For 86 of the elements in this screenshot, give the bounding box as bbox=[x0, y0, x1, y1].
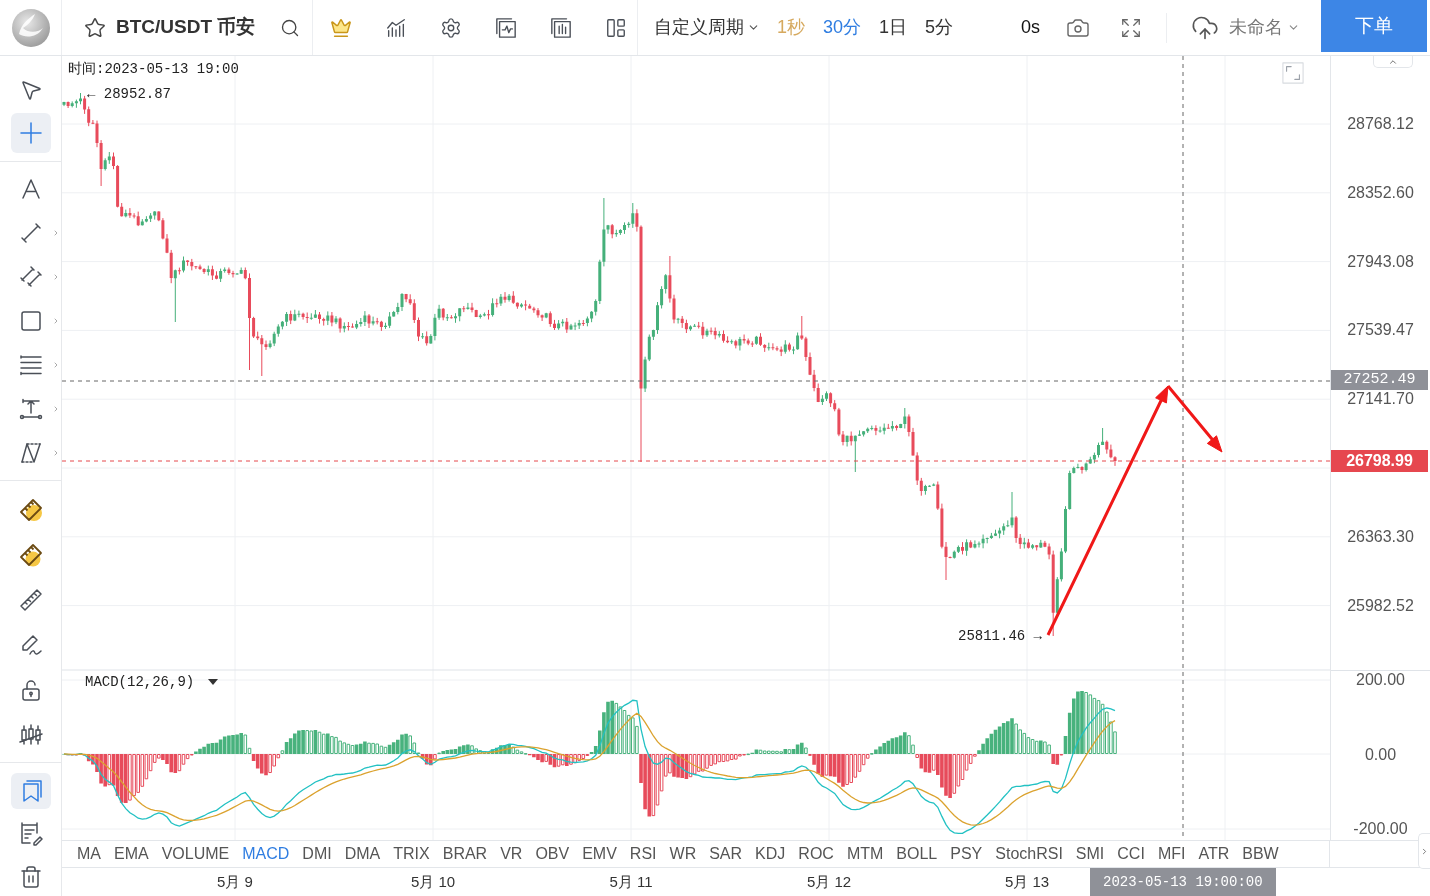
indicator-tab[interactable]: MFI bbox=[1157, 844, 1186, 864]
indicator-tab[interactable]: MA bbox=[77, 844, 101, 864]
macd-label: MACD(12,26,9) bbox=[85, 673, 195, 691]
trash-icon bbox=[19, 865, 43, 889]
rectangle-icon bbox=[19, 309, 43, 333]
indicator-tab[interactable]: BOLL bbox=[896, 844, 938, 864]
note-edit-icon bbox=[19, 822, 43, 846]
parallelogram-icon bbox=[19, 441, 43, 465]
crosshair-time-label: 时间:2023-05-13 19:00 bbox=[68, 60, 239, 78]
maximize-pane-icon[interactable] bbox=[1282, 62, 1304, 84]
ruler-badge-icon bbox=[19, 543, 43, 567]
indicator-tab[interactable]: PSY bbox=[950, 844, 983, 864]
price-axis-label: 28352.60 bbox=[1346, 183, 1415, 202]
crosshair-time-tag: 2023-05-13 19:00:00 bbox=[1090, 868, 1276, 896]
countdown-text: 0s bbox=[1021, 16, 1041, 39]
indicator-tab[interactable]: ROC bbox=[798, 844, 834, 864]
pointer-icon bbox=[19, 78, 43, 102]
indicator-tab[interactable]: SMI bbox=[1075, 844, 1105, 864]
custom-period-dropdown[interactable]: 自定义周期 bbox=[654, 14, 760, 41]
fullscreen-icon[interactable] bbox=[1120, 16, 1143, 39]
indicator-tab[interactable]: VOLUME bbox=[161, 844, 230, 864]
time-axis-label: 5月 11 bbox=[609, 873, 653, 891]
period-tab[interactable]: 30分 bbox=[823, 14, 862, 41]
bookmark-button[interactable] bbox=[11, 773, 51, 809]
indicator-tab[interactable]: DMI bbox=[302, 844, 332, 864]
price-axis-label: 25982.52 bbox=[1346, 596, 1415, 615]
indicator-tab[interactable]: BRAR bbox=[442, 844, 488, 864]
pen-icon bbox=[19, 633, 43, 657]
time-axis-label: 5月 13 bbox=[1004, 873, 1050, 891]
text-tool-icon bbox=[19, 177, 43, 201]
price-axis-label: 28768.12 bbox=[1346, 115, 1415, 133]
crosshair-icon bbox=[19, 121, 43, 145]
macd-axis-label: 0.00 bbox=[1363, 745, 1398, 764]
indicator-tab[interactable]: EMV bbox=[582, 844, 617, 864]
last-price-tag: 26798.99 bbox=[1331, 450, 1428, 472]
layout-name-dropdown[interactable]: 未命名 bbox=[1229, 14, 1301, 41]
price-axis-label: 27943.08 bbox=[1346, 252, 1415, 271]
indicator-tab[interactable]: StochRSI bbox=[995, 844, 1063, 864]
range-measure-icon bbox=[19, 397, 43, 421]
period-tab[interactable]: 1日 bbox=[879, 14, 908, 41]
macd-axis-label: -200.00 bbox=[1352, 820, 1409, 838]
price-axis-label: 26363.30 bbox=[1346, 527, 1415, 546]
crosshair-price-tag: 27252.49 bbox=[1331, 370, 1428, 390]
crown-icon[interactable] bbox=[330, 16, 352, 39]
time-axis-label: 5月 10 bbox=[410, 873, 456, 891]
search-icon[interactable] bbox=[280, 17, 300, 38]
high-price-label: ← 28952.87 bbox=[87, 85, 171, 103]
low-price-label: 25811.46 → bbox=[958, 627, 1042, 645]
indicator-tab[interactable]: OBV bbox=[535, 844, 570, 864]
indicator-tab[interactable]: ATR bbox=[1198, 844, 1230, 864]
favorite-star-icon[interactable] bbox=[84, 16, 106, 39]
indicator-tab[interactable]: RSI bbox=[629, 844, 657, 864]
parallel-lines-icon bbox=[19, 265, 43, 289]
layout-icon[interactable] bbox=[605, 16, 627, 39]
horizontal-lines-icon bbox=[19, 353, 43, 377]
logo-icon bbox=[10, 7, 51, 48]
symbol-title[interactable]: BTC/USDT 币安 bbox=[116, 13, 256, 42]
time-axis-label: 5月 9 bbox=[217, 873, 253, 891]
indicator-tab[interactable]: EMA bbox=[114, 844, 149, 864]
time-axis-label: 5月 12 bbox=[806, 873, 852, 891]
ruler-badge-icon bbox=[19, 498, 43, 522]
indicator-tab[interactable]: KDJ bbox=[755, 844, 786, 864]
crossed-candles-icon bbox=[19, 723, 43, 747]
line-chart-window-icon[interactable] bbox=[495, 16, 517, 39]
ruler-icon bbox=[19, 588, 43, 612]
macd-axis-label: 200.00 bbox=[1355, 671, 1406, 689]
indicator-tab[interactable]: BBW bbox=[1242, 844, 1279, 864]
settings-icon[interactable] bbox=[440, 16, 462, 39]
indicator-tab[interactable]: TRIX bbox=[393, 844, 430, 864]
price-axis-label: 27539.47 bbox=[1346, 321, 1415, 340]
dropdown-caret-icon[interactable] bbox=[208, 679, 219, 685]
indicator-tab[interactable]: SAR bbox=[709, 844, 743, 864]
bar-chart-window-icon[interactable] bbox=[550, 16, 572, 39]
indicator-chart-icon[interactable] bbox=[385, 16, 407, 39]
place-order-button[interactable]: 下单 bbox=[1321, 0, 1427, 52]
indicator-tab[interactable]: WR bbox=[669, 844, 697, 864]
indicator-tab[interactable]: MACD bbox=[242, 844, 290, 864]
indicator-tab[interactable]: DMA bbox=[344, 844, 381, 864]
period-tab[interactable]: 5分 bbox=[925, 14, 954, 41]
chevron-right-icon bbox=[1420, 846, 1429, 856]
padlock-icon bbox=[19, 678, 43, 702]
indicator-tab[interactable]: CCI bbox=[1117, 844, 1145, 864]
indicator-tab[interactable]: VR bbox=[500, 844, 523, 864]
price-axis-label: 27141.70 bbox=[1346, 390, 1415, 409]
line-tool-icon bbox=[19, 221, 43, 245]
indicator-tab[interactable]: MTM bbox=[846, 844, 884, 864]
